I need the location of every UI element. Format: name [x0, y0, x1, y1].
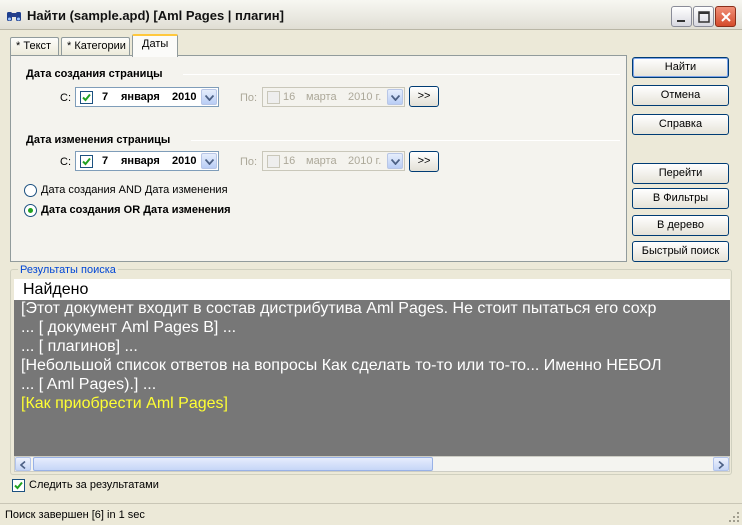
- modified-from-checkbox[interactable]: [80, 155, 93, 168]
- created-from-month[interactable]: января: [121, 91, 160, 103]
- checkmark-icon: [82, 157, 91, 166]
- checkmark-icon: [14, 481, 23, 490]
- results-list[interactable]: Найдено [Этот документ входит в состав д…: [14, 279, 730, 456]
- status-bar: Поиск завершен [6] in 1 sec: [0, 503, 742, 525]
- result-line[interactable]: ... [ документ Aml Pages B] ...: [21, 319, 236, 337]
- results-legend: Результаты поиска: [18, 264, 118, 276]
- created-to-day: 16: [283, 91, 296, 103]
- follow-results-label: Следить за результатами: [29, 479, 159, 491]
- created-to-date[interactable]: 16 марта 2010 г.: [262, 87, 405, 107]
- divider: [191, 140, 620, 141]
- created-from-year[interactable]: 2010: [172, 91, 196, 103]
- to-filters-button[interactable]: В Фильтры: [632, 188, 729, 209]
- results-header: Найдено: [14, 279, 730, 300]
- modified-from-dropdown[interactable]: [201, 153, 217, 169]
- follow-results-checkbox[interactable]: [12, 479, 25, 492]
- created-group-title: Дата создания страницы: [26, 68, 163, 80]
- tab-label: Даты: [142, 38, 169, 50]
- radio-or-label: Дата создания OR Дата изменения: [41, 204, 231, 216]
- created-to-month: марта: [306, 91, 337, 103]
- result-link[interactable]: [Как приобрести Aml Pages]: [21, 395, 228, 413]
- help-button[interactable]: Справка: [632, 114, 729, 135]
- tab-label: Категории: [74, 40, 126, 52]
- modified-to-dropdown[interactable]: [387, 153, 403, 169]
- created-from-label: С:: [60, 92, 71, 104]
- close-icon: [721, 12, 731, 22]
- tab-label: Текст: [23, 40, 52, 52]
- result-line[interactable]: ... [ плагинов] ...: [21, 338, 138, 356]
- tab-modified-mark: *: [67, 40, 72, 52]
- scroll-thumb[interactable]: [33, 457, 433, 471]
- scroll-left-button[interactable]: [15, 457, 31, 471]
- checkmark-icon: [82, 93, 91, 102]
- created-to-dropdown[interactable]: [387, 89, 403, 105]
- modified-group-title: Дата изменения страницы: [26, 134, 171, 146]
- radio-and-label: Дата создания AND Дата изменения: [41, 184, 228, 196]
- title-bar: Найти (sample.apd) [Aml Pages | плагин]: [0, 0, 742, 30]
- window-title: Найти (sample.apd) [Aml Pages | плагин]: [27, 8, 284, 23]
- modified-from-date[interactable]: 7 января 2010: [75, 151, 219, 171]
- radio-button[interactable]: [24, 204, 37, 217]
- chevron-down-icon: [391, 159, 400, 165]
- result-line[interactable]: [Этот документ входит в состав дистрибут…: [21, 300, 656, 318]
- modified-to-checkbox[interactable]: [267, 155, 280, 168]
- to-tree-button[interactable]: В дерево: [632, 215, 729, 236]
- modified-from-year[interactable]: 2010: [172, 155, 196, 167]
- resize-grip-icon[interactable]: [728, 511, 740, 523]
- radio-button[interactable]: [24, 184, 37, 197]
- status-text: Поиск завершен [6] in 1 sec: [5, 509, 145, 521]
- modified-to-month: марта: [306, 155, 337, 167]
- result-line[interactable]: ... [ Aml Pages).] ...: [21, 376, 156, 394]
- tab-text[interactable]: * Текст: [10, 37, 59, 56]
- created-from-date[interactable]: 7 января 2010: [75, 87, 219, 107]
- created-to-label: По:: [240, 92, 258, 104]
- tab-dates[interactable]: Даты: [132, 34, 178, 57]
- modified-to-label: По:: [240, 156, 258, 168]
- chevron-down-icon: [205, 95, 214, 101]
- scroll-right-button[interactable]: [713, 457, 729, 471]
- created-to-year: 2010 г.: [348, 91, 382, 103]
- modified-from-label: С:: [60, 156, 71, 168]
- chevron-down-icon: [205, 159, 214, 165]
- goto-button[interactable]: Перейти: [632, 163, 729, 184]
- minimize-icon: [677, 20, 685, 22]
- created-from-checkbox[interactable]: [80, 91, 93, 104]
- created-from-day[interactable]: 7: [102, 91, 108, 103]
- binoculars-icon: [7, 12, 21, 21]
- result-line[interactable]: [Небольшой список ответов на вопросы Как…: [21, 357, 662, 375]
- tab-modified-mark: *: [16, 40, 21, 52]
- maximize-button[interactable]: [693, 6, 714, 27]
- maximize-icon: [698, 11, 710, 23]
- modified-to-year: 2010 г.: [348, 155, 382, 167]
- created-from-dropdown[interactable]: [201, 89, 217, 105]
- tab-categories[interactable]: * Категории: [61, 37, 130, 56]
- dates-panel: Дата создания страницы С: 7 января 2010 …: [10, 55, 627, 262]
- cancel-button[interactable]: Отмена: [632, 85, 729, 106]
- chevron-right-icon: [718, 461, 724, 469]
- radio-dot: [28, 208, 33, 213]
- modified-from-day[interactable]: 7: [102, 155, 108, 167]
- quick-search-button[interactable]: Быстрый поиск: [632, 241, 729, 262]
- chevron-down-icon: [391, 95, 400, 101]
- created-more-button[interactable]: >>: [409, 86, 439, 107]
- horizontal-scrollbar[interactable]: [14, 456, 730, 472]
- chevron-left-icon: [20, 461, 26, 469]
- modified-from-month[interactable]: января: [121, 155, 160, 167]
- close-button[interactable]: [715, 6, 736, 27]
- modified-to-date[interactable]: 16 марта 2010 г.: [262, 151, 405, 171]
- created-to-checkbox[interactable]: [267, 91, 280, 104]
- modified-more-button[interactable]: >>: [409, 151, 439, 172]
- find-button[interactable]: Найти: [632, 57, 729, 78]
- modified-to-day: 16: [283, 155, 296, 167]
- divider: [183, 74, 620, 75]
- minimize-button[interactable]: [671, 6, 692, 27]
